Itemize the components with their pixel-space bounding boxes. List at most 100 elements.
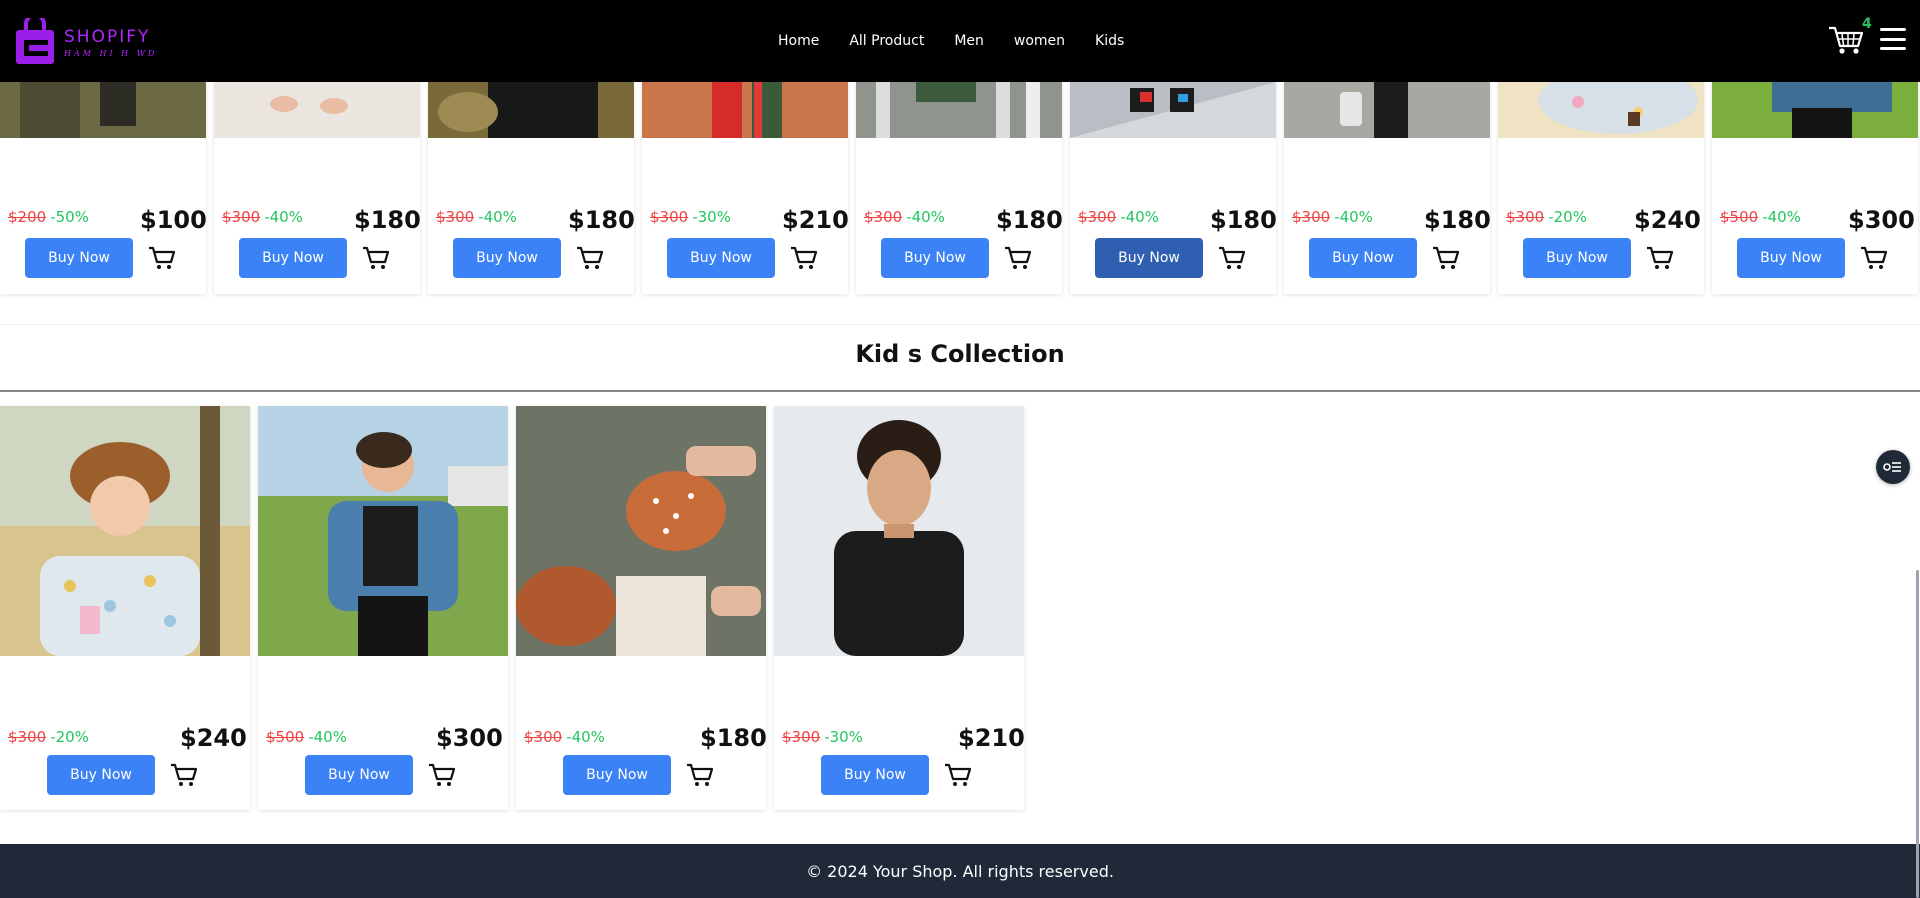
price: $100 (140, 206, 207, 234)
price-line: $300 -40% (864, 208, 945, 226)
price-line: $300 -40% (1078, 208, 1159, 226)
floating-widget-button[interactable] (1876, 450, 1910, 484)
discount: -40% (478, 208, 517, 226)
price: $300 (1848, 206, 1915, 234)
product-card: $300 -20% $240 Buy Now (1498, 82, 1704, 294)
buy-now-button[interactable]: Buy Now (47, 755, 155, 795)
add-to-cart-icon[interactable] (1646, 245, 1674, 271)
old-price: $300 (524, 728, 563, 746)
buy-now-button[interactable]: Buy Now (1095, 238, 1203, 278)
product-image (0, 82, 206, 138)
price: $180 (568, 206, 635, 234)
nav-all-product[interactable]: All Product (849, 33, 924, 49)
price: $210 (782, 206, 849, 234)
buy-now-button[interactable]: Buy Now (1737, 238, 1845, 278)
old-price: $300 (1078, 208, 1117, 226)
price-line: $300 -40% (1292, 208, 1373, 226)
shopping-bag-logo-icon (16, 18, 54, 64)
old-price: $300 (650, 208, 689, 226)
old-price: $500 (1720, 208, 1759, 226)
price-line: $300 -40% (222, 208, 303, 226)
discount: -50% (50, 208, 89, 226)
old-price: $500 (266, 728, 305, 746)
price-line: $300 -30% (650, 208, 731, 226)
list-toggle-icon (1883, 462, 1901, 472)
menu-icon[interactable] (1880, 28, 1906, 50)
add-to-cart-icon[interactable] (1004, 245, 1032, 271)
price-line: $300 -20% (1506, 208, 1587, 226)
price: $180 (996, 206, 1063, 234)
price: $180 (700, 724, 767, 752)
price-line: $300 -40% (524, 728, 605, 746)
product-image (642, 82, 848, 138)
product-image (856, 82, 1062, 138)
add-to-cart-icon[interactable] (1432, 245, 1460, 271)
product-image (1498, 82, 1704, 138)
product-card: $300 -40% $180 Buy Now (428, 82, 635, 294)
section-rule (0, 390, 1920, 392)
nav-links: Home All Product Men women Kids (778, 0, 1154, 82)
price: $180 (354, 206, 421, 234)
price: $180 (1210, 206, 1277, 234)
add-to-cart-icon[interactable] (362, 245, 390, 271)
nav-home[interactable]: Home (778, 33, 819, 49)
footer: © 2024 Your Shop. All rights reserved. (0, 844, 1920, 898)
price-line: $300 -30% (782, 728, 863, 746)
old-price: $200 (8, 208, 47, 226)
discount: -40% (308, 728, 347, 746)
navbar: SHOPIFY HAM HI H WD Home All Product Men… (0, 0, 1920, 82)
add-to-cart-icon[interactable] (944, 762, 972, 788)
old-price: $300 (782, 728, 821, 746)
section-divider (0, 324, 1920, 325)
product-card: $300 -20% $240 Buy Now (0, 406, 250, 810)
buy-now-button[interactable]: Buy Now (25, 238, 133, 278)
discount: -40% (906, 208, 945, 226)
product-card: $500 -40% $300 Buy Now (1712, 82, 1918, 294)
buy-now-button[interactable]: Buy Now (667, 238, 775, 278)
add-to-cart-icon[interactable] (686, 762, 714, 788)
add-to-cart-icon[interactable] (170, 762, 198, 788)
product-card: $300 -40% $180 Buy Now (516, 406, 767, 810)
price-line: $500 -40% (266, 728, 347, 746)
add-to-cart-icon[interactable] (428, 762, 456, 788)
product-card: $300 -30% $210 Buy Now (774, 406, 1025, 810)
add-to-cart-icon[interactable] (1218, 245, 1246, 271)
buy-now-button[interactable]: Buy Now (453, 238, 561, 278)
nav-men[interactable]: Men (954, 33, 984, 49)
price: $300 (436, 724, 503, 752)
price-line: $300 -20% (8, 728, 89, 746)
old-price: $300 (1506, 208, 1545, 226)
product-image (258, 406, 508, 656)
nav-kids[interactable]: Kids (1095, 33, 1124, 49)
old-price: $300 (436, 208, 475, 226)
buy-now-button[interactable]: Buy Now (1523, 238, 1631, 278)
product-image (1284, 82, 1490, 138)
buy-now-button[interactable]: Buy Now (821, 755, 929, 795)
add-to-cart-icon[interactable] (1860, 245, 1888, 271)
cart-icon[interactable] (1828, 24, 1864, 56)
brand-tagline: HAM HI H WD (64, 48, 158, 58)
product-card: $300 -40% $180 Buy Now (214, 82, 421, 294)
price: $240 (1634, 206, 1701, 234)
product-card: $300 -30% $210 Buy Now (642, 82, 849, 294)
old-price: $300 (8, 728, 47, 746)
product-card: $300 -40% $180 Buy Now (856, 82, 1063, 294)
buy-now-button[interactable]: Buy Now (1309, 238, 1417, 278)
nav-women[interactable]: women (1014, 33, 1065, 49)
scrollbar[interactable] (1916, 570, 1919, 898)
product-image (214, 82, 420, 138)
add-to-cart-icon[interactable] (148, 245, 176, 271)
discount: -30% (692, 208, 731, 226)
brand-logo[interactable]: SHOPIFY HAM HI H WD (14, 18, 157, 66)
buy-now-button[interactable]: Buy Now (563, 755, 671, 795)
buy-now-button[interactable]: Buy Now (239, 238, 347, 278)
old-price: $300 (1292, 208, 1331, 226)
add-to-cart-icon[interactable] (576, 245, 604, 271)
add-to-cart-icon[interactable] (790, 245, 818, 271)
buy-now-button[interactable]: Buy Now (881, 238, 989, 278)
buy-now-button[interactable]: Buy Now (305, 755, 413, 795)
page: SHOPIFY HAM HI H WD Home All Product Men… (0, 0, 1920, 898)
product-image (774, 406, 1024, 656)
discount: -30% (824, 728, 863, 746)
product-image (516, 406, 766, 656)
